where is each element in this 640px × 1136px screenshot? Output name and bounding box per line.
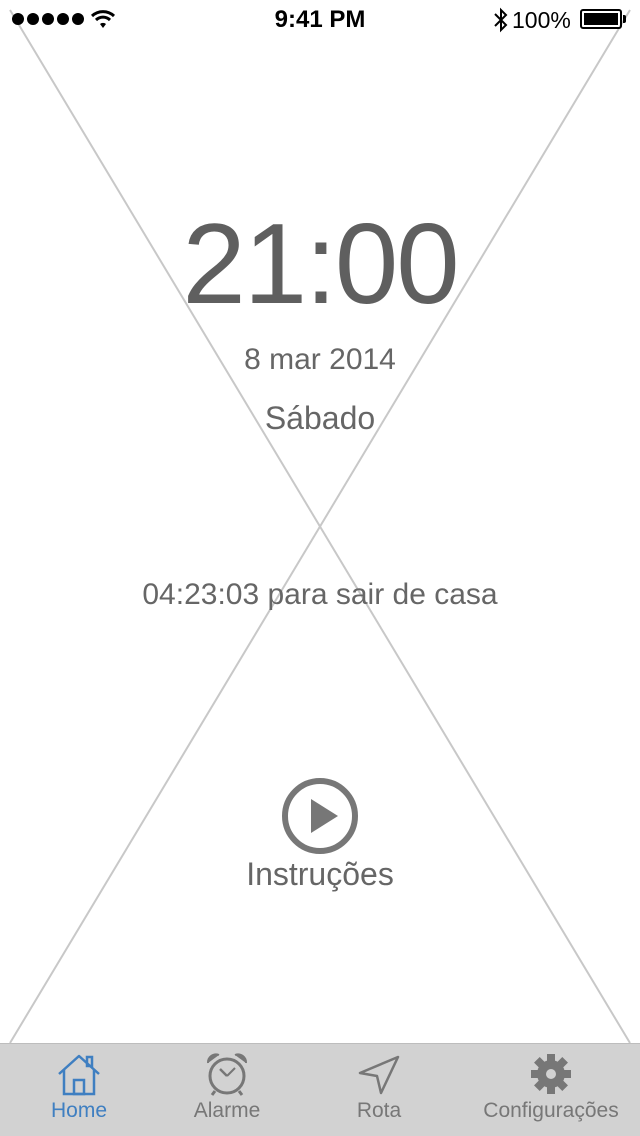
bluetooth-icon	[494, 7, 508, 33]
tab-home[interactable]: Home	[0, 1044, 158, 1136]
leave-home-countdown: 04:23:03 para sair de casa	[142, 578, 498, 611]
play-circle-icon[interactable]	[280, 776, 360, 856]
tab-settings-label: Configurações	[483, 1099, 619, 1122]
navigation-arrow-icon	[358, 1055, 400, 1095]
tab-alarm[interactable]: Alarme	[158, 1044, 296, 1136]
battery-tip	[623, 15, 626, 23]
screen: 9:41 PM 100% 21:00 8 mar 2014 Sábado 04:…	[0, 0, 640, 1136]
placeholder-cross	[9, 9, 631, 1044]
clock-time: 21:00	[182, 201, 459, 328]
tab-route-label: Rota	[356, 1099, 402, 1122]
instructions-label[interactable]: Instruções	[0, 856, 640, 893]
home-icon	[58, 1054, 100, 1096]
tab-bar: Home Alarme Rota Configurações	[0, 1043, 640, 1136]
battery-icon	[580, 9, 622, 29]
tab-alarm-label: Alarme	[193, 1099, 261, 1122]
alarm-clock-icon	[207, 1053, 247, 1096]
gear-icon	[531, 1054, 571, 1094]
tab-settings[interactable]: Configurações	[462, 1044, 640, 1136]
status-bar: 9:41 PM 100%	[0, 0, 640, 40]
battery-percentage: 100%	[512, 7, 571, 33]
tab-route[interactable]: Rota	[296, 1044, 462, 1136]
tab-home-label: Home	[50, 1099, 108, 1122]
clock-weekday: Sábado	[264, 400, 376, 436]
clock-date: 8 mar 2014	[244, 343, 396, 376]
